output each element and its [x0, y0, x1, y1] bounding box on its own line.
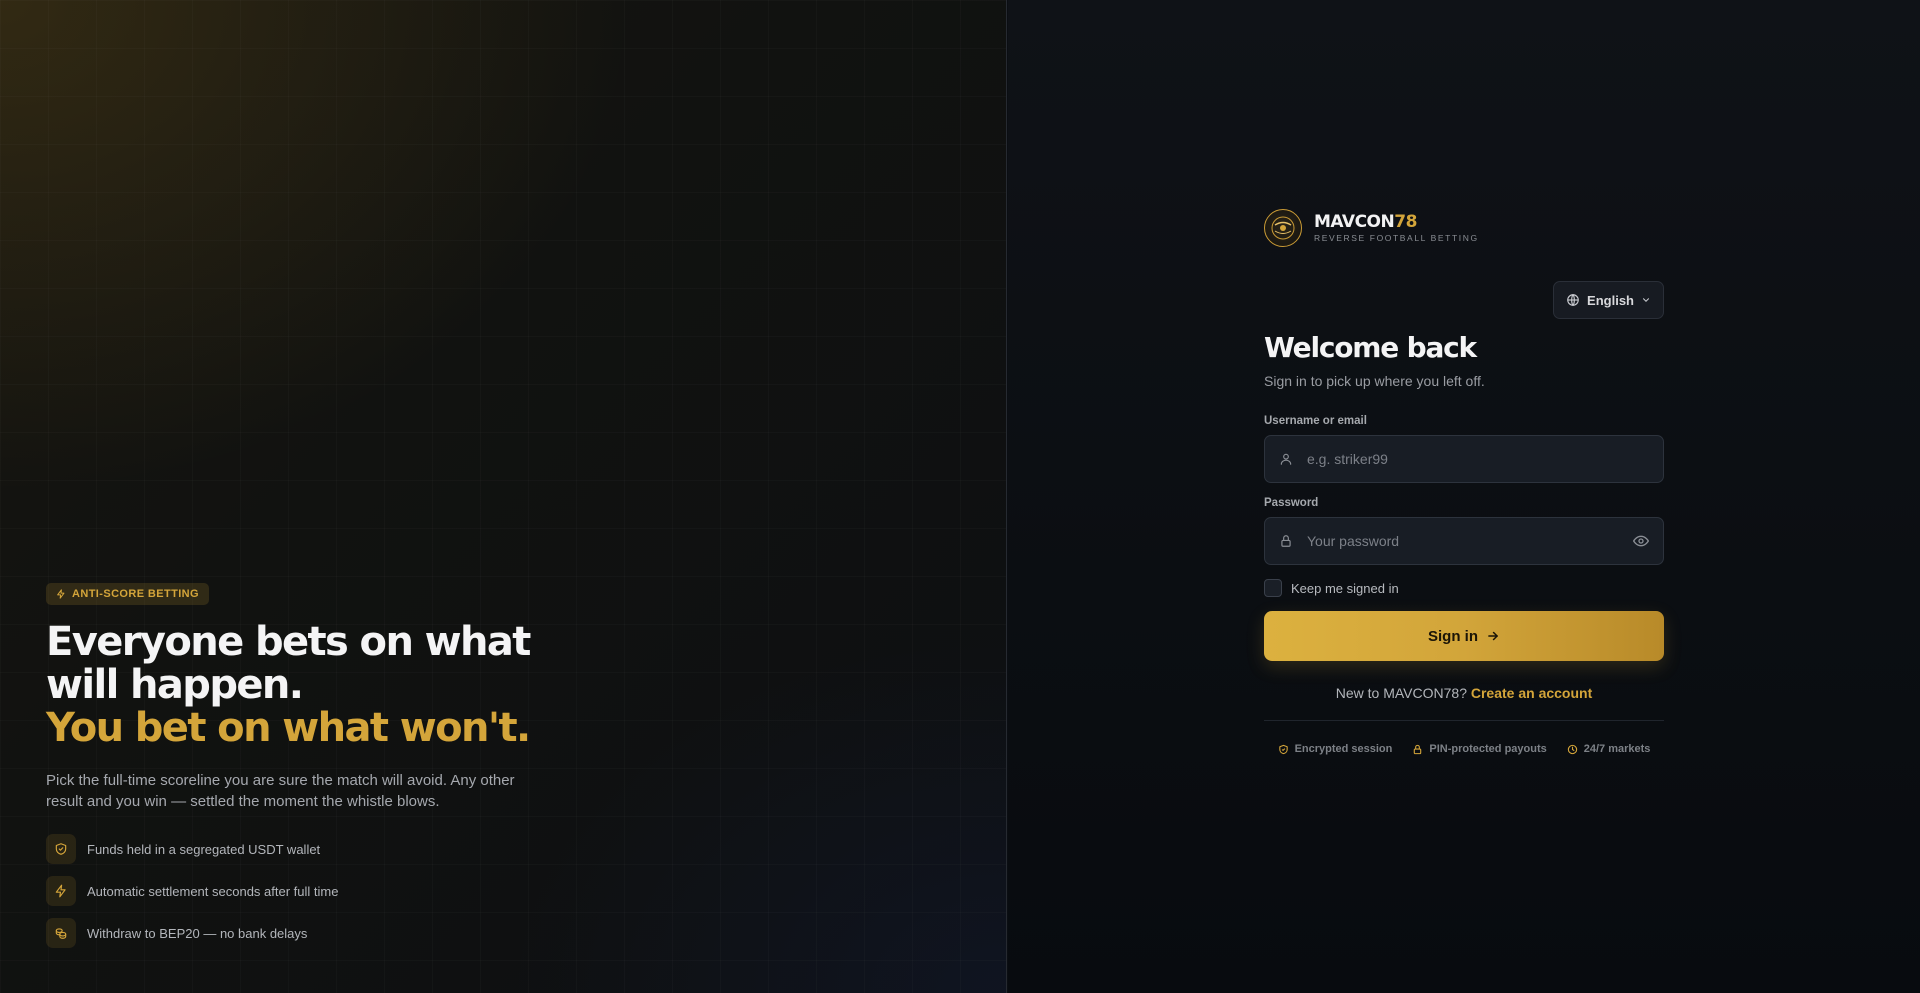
feature-item: Funds held in a segregated USDT wallet [46, 834, 606, 864]
trust-item: Encrypted session [1278, 743, 1393, 755]
lightning-icon [57, 589, 65, 599]
lightning-icon [46, 876, 76, 906]
page-title: Welcome back [1264, 331, 1477, 364]
brand[interactable]: MAVCON78 REVERSE FOOTBALL BETTING [1264, 208, 1664, 248]
page-subtitle: Sign in to pick up where you left off. [1264, 373, 1485, 389]
divider [1264, 720, 1664, 721]
hero-headline-highlight: You bet on what won't. [46, 705, 531, 751]
trust-badges: Encrypted session PIN-protected payouts … [1264, 743, 1664, 755]
username-field[interactable] [1264, 435, 1664, 483]
remember-checkbox[interactable] [1264, 579, 1282, 597]
feature-text: Funds held in a segregated USDT wallet [87, 841, 321, 857]
username-label: Username or email [1264, 415, 1367, 427]
feature-item: Withdraw to BEP20 — no bank delays [46, 918, 606, 948]
create-account-link[interactable]: Create an account [1471, 685, 1592, 701]
username-input[interactable] [1307, 436, 1627, 482]
brand-text: MAVCON78 REVERSE FOOTBALL BETTING [1314, 213, 1479, 243]
hero-panel: ANTI-SCORE BETTING Everyone bets on what… [0, 0, 1007, 993]
arrow-right-icon [1488, 631, 1498, 641]
hero-headline-line2: will happen. [46, 662, 304, 708]
trust-item: PIN-protected payouts [1412, 743, 1547, 755]
chevron-down-icon [1642, 298, 1650, 302]
language-row: English [1264, 281, 1664, 319]
eye-icon[interactable] [1633, 534, 1649, 548]
lock-icon [1281, 535, 1291, 547]
brand-name: MAVCON78 [1314, 213, 1479, 231]
brand-name-number: 78 [1394, 212, 1417, 232]
brand-logo [1264, 209, 1302, 247]
feature-list: Funds held in a segregated USDT wallet A… [46, 834, 606, 948]
password-label: Password [1264, 497, 1319, 509]
sign-in-button[interactable]: Sign in [1264, 611, 1664, 661]
remember-label[interactable]: Keep me signed in [1291, 581, 1399, 596]
hero-content: ANTI-SCORE BETTING Everyone bets on what… [46, 583, 606, 960]
shield-icon [1278, 744, 1288, 754]
password-input[interactable] [1307, 518, 1627, 564]
language-selector[interactable]: English [1553, 281, 1664, 319]
coins-icon [46, 918, 76, 948]
sign-in-label: Sign in [1428, 627, 1478, 645]
remember-me: Keep me signed in [1264, 579, 1664, 597]
globe-icon [1567, 293, 1579, 307]
hero-headline-line1: Everyone bets on what [46, 619, 531, 665]
hero-subtitle: Pick the full-time scoreline you are sur… [46, 772, 515, 810]
hero-badge-label: ANTI-SCORE BETTING [72, 588, 199, 600]
trust-item: 24/7 markets [1567, 743, 1651, 755]
hero-headline: Everyone bets on what will happen. You b… [46, 621, 606, 750]
user-icon [1280, 453, 1292, 465]
register-prompt: New to MAVCON78? Create an account [1264, 685, 1664, 701]
feature-item: Automatic settlement seconds after full … [46, 876, 606, 906]
brand-tagline: REVERSE FOOTBALL BETTING [1314, 233, 1479, 243]
login-container: MAVCON78 REVERSE FOOTBALL BETTING Englis… [1264, 208, 1664, 755]
brand-name-main: MAVCON [1314, 212, 1395, 232]
football-logo-icon [1271, 216, 1295, 240]
lock-icon [1414, 744, 1422, 754]
trust-text: 24/7 markets [1583, 743, 1651, 755]
trust-text: PIN-protected payouts [1429, 743, 1547, 755]
hero-badge: ANTI-SCORE BETTING [46, 583, 209, 605]
language-label: English [1587, 292, 1634, 308]
register-prompt-text: New to MAVCON78? [1335, 685, 1467, 701]
login-panel: MAVCON78 REVERSE FOOTBALL BETTING Englis… [1008, 0, 1920, 993]
shield-check-icon [46, 834, 76, 864]
trust-text: Encrypted session [1294, 743, 1393, 755]
clock-icon [1567, 744, 1577, 754]
password-field[interactable] [1264, 517, 1664, 565]
feature-text: Automatic settlement seconds after full … [87, 883, 339, 899]
feature-text: Withdraw to BEP20 — no bank delays [87, 925, 308, 941]
